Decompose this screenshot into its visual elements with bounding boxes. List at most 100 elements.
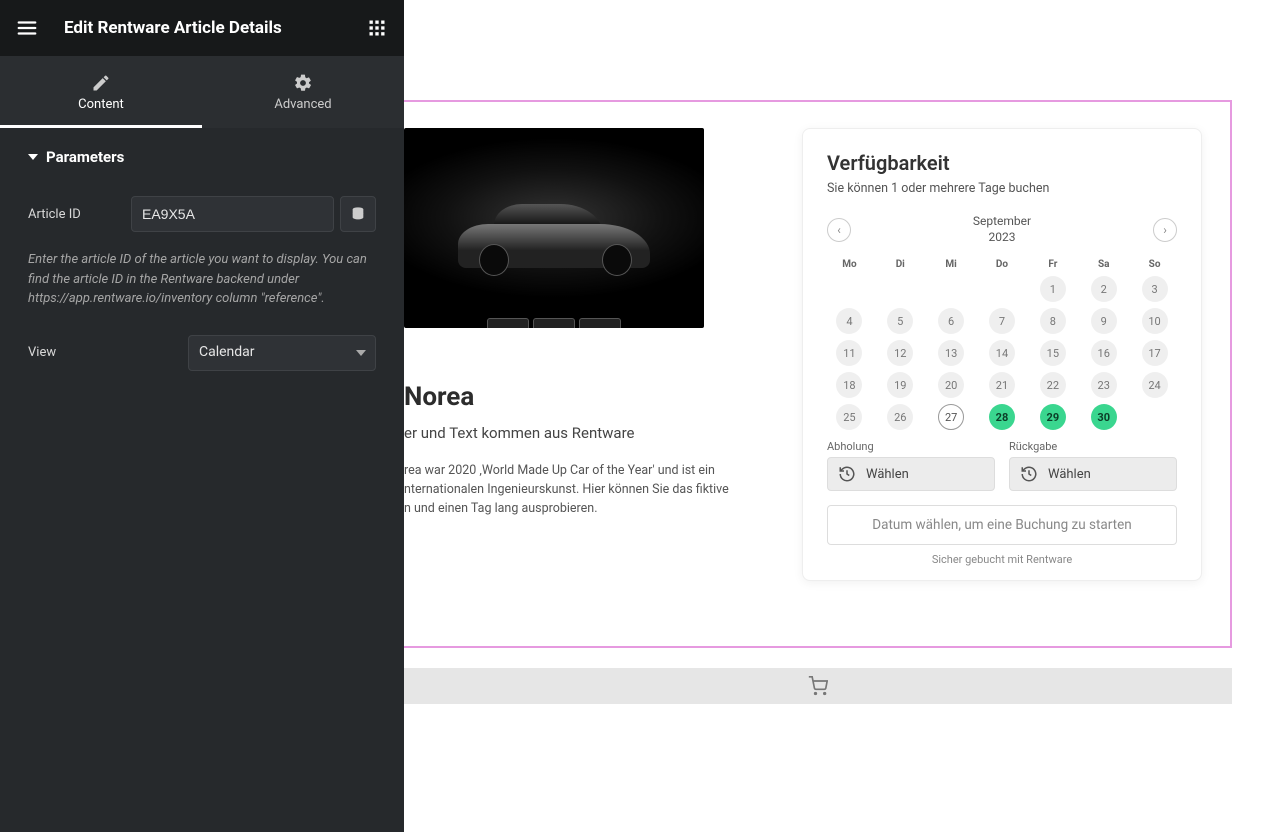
secure-note: Sicher gebucht mit Rentware xyxy=(827,553,1177,566)
calendar-day[interactable]: 29 xyxy=(1040,404,1066,430)
calendar-next[interactable]: › xyxy=(1153,218,1177,242)
main-preview: Norea er und Text kommen aus Rentware re… xyxy=(404,0,1280,832)
calendar-day[interactable]: 16 xyxy=(1091,340,1117,366)
calendar-dow-row: MoDiMiDoFrSaSo xyxy=(827,259,1177,270)
dynamic-tags-button[interactable] xyxy=(340,196,376,232)
product-thumbnails xyxy=(487,318,621,328)
cart-bar[interactable] xyxy=(404,668,1232,704)
calendar-day[interactable]: 2 xyxy=(1091,276,1117,302)
product-image[interactable] xyxy=(404,128,704,328)
article-id-help: Enter the article ID of the article you … xyxy=(28,250,376,309)
cart-icon xyxy=(808,676,828,696)
calendar-day[interactable]: 28 xyxy=(989,404,1015,430)
view-label: View xyxy=(28,345,178,360)
calendar-month-label: September2023 xyxy=(973,214,1031,245)
calendar-dow: Fr xyxy=(1030,259,1075,270)
calendar-day[interactable]: 26 xyxy=(887,404,913,430)
calendar-day[interactable]: 5 xyxy=(887,308,913,334)
calendar-dow: Mi xyxy=(929,259,974,270)
car-wheel-rear xyxy=(602,244,632,276)
calendar-body: 1234567891011121314151617181920212223242… xyxy=(827,276,1177,430)
calendar-day[interactable]: 19 xyxy=(887,372,913,398)
calendar-dow: So xyxy=(1132,259,1177,270)
product-subtitle: er und Text kommen aus Rentware xyxy=(404,424,744,442)
sidebar: Edit Rentware Article Details Content Ad… xyxy=(0,0,404,832)
calendar-day xyxy=(989,276,1015,302)
product-text: Norea er und Text kommen aus Rentware re… xyxy=(404,382,744,518)
calendar-dow: Do xyxy=(980,259,1025,270)
thumbnail[interactable] xyxy=(579,318,621,328)
history-icon xyxy=(838,465,856,483)
calendar-day[interactable]: 3 xyxy=(1142,276,1168,302)
calendar-day[interactable]: 24 xyxy=(1142,372,1168,398)
section-parameters[interactable]: Parameters xyxy=(28,148,376,166)
tab-content-label: Content xyxy=(78,97,124,112)
calendar-nav: ‹ September2023 › xyxy=(827,214,1177,245)
calendar-dow: Di xyxy=(878,259,923,270)
row-view: View Calendar xyxy=(28,335,376,371)
calendar-day[interactable]: 11 xyxy=(836,340,862,366)
calendar-dow: Sa xyxy=(1081,259,1126,270)
calendar-day[interactable]: 14 xyxy=(989,340,1015,366)
calendar-day xyxy=(836,276,862,302)
article-id-label: Article ID xyxy=(28,207,121,222)
thumbnail[interactable] xyxy=(533,318,575,328)
calendar-day[interactable]: 10 xyxy=(1142,308,1168,334)
history-icon xyxy=(1020,465,1038,483)
tab-advanced[interactable]: Advanced xyxy=(202,56,404,128)
pickup-label: Abholung xyxy=(827,440,995,453)
return-value: Wählen xyxy=(1048,467,1091,482)
product-area xyxy=(404,128,704,328)
caret-down-icon xyxy=(28,154,38,160)
menu-icon[interactable] xyxy=(14,15,40,41)
calendar-day[interactable]: 20 xyxy=(938,372,964,398)
product-description: rea war 2020 ‚World Made Up Car of the Y… xyxy=(404,462,744,518)
apps-icon[interactable] xyxy=(364,15,390,41)
view-select[interactable]: Calendar xyxy=(188,335,376,371)
calendar-day[interactable]: 15 xyxy=(1040,340,1066,366)
product-title: Norea xyxy=(404,382,744,412)
calendar-day xyxy=(887,276,913,302)
calendar-day[interactable]: 9 xyxy=(1091,308,1117,334)
pickup-input[interactable]: Wählen xyxy=(827,457,995,491)
calendar-day[interactable]: 30 xyxy=(1091,404,1117,430)
calendar-day[interactable]: 25 xyxy=(836,404,862,430)
section-parameters-label: Parameters xyxy=(46,148,124,166)
calendar-day[interactable]: 7 xyxy=(989,308,1015,334)
calendar-day[interactable]: 13 xyxy=(938,340,964,366)
availability-sub: Sie können 1 oder mehrere Tage buchen xyxy=(827,181,1177,196)
row-article-id: Article ID xyxy=(28,196,376,232)
tabs: Content Advanced xyxy=(0,56,404,128)
pickup-value: Wählen xyxy=(866,467,909,482)
calendar-day[interactable]: 22 xyxy=(1040,372,1066,398)
calendar-day[interactable]: 23 xyxy=(1091,372,1117,398)
calendar-day xyxy=(1142,404,1168,430)
sidebar-header: Edit Rentware Article Details xyxy=(0,0,404,56)
calendar-day[interactable]: 27 xyxy=(938,404,964,430)
calendar-day[interactable]: 12 xyxy=(887,340,913,366)
calendar-prev[interactable]: ‹ xyxy=(827,218,851,242)
view-select-value: Calendar xyxy=(199,344,255,360)
panel-body: Parameters Article ID Enter the article … xyxy=(0,128,404,409)
article-id-input[interactable] xyxy=(131,196,334,232)
calendar-day[interactable]: 21 xyxy=(989,372,1015,398)
widget-preview[interactable]: Norea er und Text kommen aus Rentware re… xyxy=(404,100,1232,648)
calendar-day[interactable]: 17 xyxy=(1142,340,1168,366)
time-row: Abholung Wählen Rückgabe Wählen xyxy=(827,440,1177,491)
tab-content[interactable]: Content xyxy=(0,56,202,128)
calendar-day[interactable]: 1 xyxy=(1040,276,1066,302)
database-icon xyxy=(350,206,366,222)
calendar-day[interactable]: 18 xyxy=(836,372,862,398)
car-wheel-front xyxy=(479,244,509,276)
book-button[interactable]: Datum wählen, um eine Buchung zu starten xyxy=(827,505,1177,545)
calendar-day[interactable]: 8 xyxy=(1040,308,1066,334)
availability-card: Verfügbarkeit Sie können 1 oder mehrere … xyxy=(802,128,1202,581)
thumbnail[interactable] xyxy=(487,318,529,328)
tab-advanced-label: Advanced xyxy=(274,97,331,112)
sidebar-title: Edit Rentware Article Details xyxy=(40,18,364,38)
return-input[interactable]: Wählen xyxy=(1009,457,1177,491)
calendar-day[interactable]: 4 xyxy=(836,308,862,334)
availability-heading: Verfügbarkeit xyxy=(827,151,1177,175)
calendar-day[interactable]: 6 xyxy=(938,308,964,334)
calendar-day xyxy=(938,276,964,302)
